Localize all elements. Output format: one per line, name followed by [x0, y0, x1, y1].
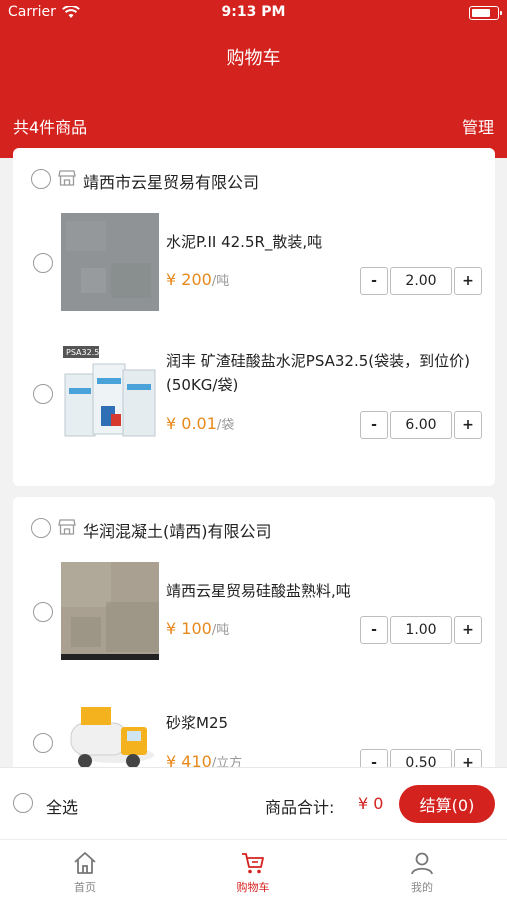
tab-cart[interactable]: 购物车 [193, 840, 313, 900]
price-currency: ¥ [166, 270, 177, 289]
product-image[interactable] [61, 562, 159, 660]
price-unit: /吨 [211, 623, 230, 638]
select-all-label[interactable]: 全选 [46, 794, 78, 818]
product-name[interactable]: 砂浆M25 [166, 711, 476, 735]
price-currency: ¥ [166, 619, 177, 638]
total-value: 0 [373, 794, 384, 813]
tab-home-label: 首页 [74, 881, 96, 894]
quantity-input[interactable]: 6.00 [390, 411, 452, 439]
product-name[interactable]: 润丰 矿渣硅酸盐水泥PSA32.5(袋装，到位价) (50KG/袋) [166, 349, 476, 397]
price-value: 0.01 [181, 414, 217, 433]
item-checkbox[interactable] [33, 733, 53, 753]
select-all-checkbox[interactable] [13, 793, 33, 813]
status-time: 9:13 PM [221, 4, 286, 20]
tab-profile-label: 我的 [411, 881, 433, 894]
product-price: ¥ 100/吨 [166, 619, 229, 638]
decrease-button[interactable]: - [360, 616, 388, 644]
quantity-input[interactable]: 1.00 [390, 616, 452, 644]
cart-icon [242, 853, 264, 874]
item-checkbox[interactable] [33, 253, 53, 273]
item-count: 共4件商品 [13, 118, 88, 137]
store-name[interactable]: 华润混凝土(靖西)有限公司 [83, 518, 272, 542]
product-image[interactable] [61, 213, 159, 311]
store-card: 靖西市云星贸易有限公司 水泥P.II 42.5R_散装,吨 ¥ 200/吨 - … [13, 148, 495, 486]
price-unit: /吨 [211, 274, 230, 289]
user-icon [411, 852, 433, 875]
decrease-button[interactable]: - [360, 411, 388, 439]
product-price: ¥ 200/吨 [166, 270, 229, 289]
increase-button[interactable]: + [454, 616, 482, 644]
item-checkbox[interactable] [33, 602, 53, 622]
store-icon [58, 519, 76, 535]
page-title: 购物车 [226, 48, 281, 69]
quantity-input[interactable]: 2.00 [390, 267, 452, 295]
price-unit: /袋 [216, 418, 235, 433]
bag-label: PSA32.5 [66, 348, 99, 357]
product-name[interactable]: 靖西云星贸易硅酸盐熟料,吨 [166, 579, 476, 603]
checkout-button[interactable]: 结算(0) [399, 785, 495, 823]
total-label: 商品合计: [265, 798, 335, 817]
quantity-stepper: - 2.00 + [360, 267, 482, 295]
battery-icon [469, 6, 502, 20]
item-checkbox[interactable] [33, 384, 53, 404]
increase-button[interactable]: + [454, 267, 482, 295]
product-name[interactable]: 水泥P.II 42.5R_散装,吨 [166, 230, 476, 254]
status-bar: Carrier 9:13 PM [0, 4, 507, 24]
quantity-stepper: - 1.00 + [360, 616, 482, 644]
product-image[interactable]: PSA32.5 [61, 344, 159, 442]
tab-profile[interactable]: 我的 [362, 840, 482, 900]
header: Carrier 9:13 PM 购物车 共4件商品 管理 [0, 0, 507, 158]
total-currency: ¥ [358, 794, 369, 813]
checkout-bar: 全选 商品合计: ¥ 0 结算(0) [0, 767, 507, 839]
store-checkbox[interactable] [31, 518, 51, 538]
price-currency: ¥ [166, 414, 177, 433]
store-name[interactable]: 靖西市云星贸易有限公司 [83, 169, 259, 193]
store-checkbox[interactable] [31, 169, 51, 189]
home-icon [74, 852, 96, 874]
total-amount: ¥ 0 [358, 794, 383, 813]
tab-bar: 首页 购物车 我的 [0, 839, 507, 900]
manage-button[interactable]: 管理 [462, 114, 494, 138]
store-icon [58, 170, 76, 186]
decrease-button[interactable]: - [360, 267, 388, 295]
quantity-stepper: - 6.00 + [360, 411, 482, 439]
price-value: 100 [181, 619, 212, 638]
tab-home[interactable]: 首页 [25, 840, 145, 900]
tab-cart-label: 购物车 [236, 881, 270, 894]
product-price: ¥ 0.01/袋 [166, 414, 234, 433]
price-value: 200 [181, 270, 212, 289]
increase-button[interactable]: + [454, 411, 482, 439]
store-card: 华润混凝土(靖西)有限公司 靖西云星贸易硅酸盐熟料,吨 ¥ 100/吨 - 1.… [13, 497, 495, 791]
